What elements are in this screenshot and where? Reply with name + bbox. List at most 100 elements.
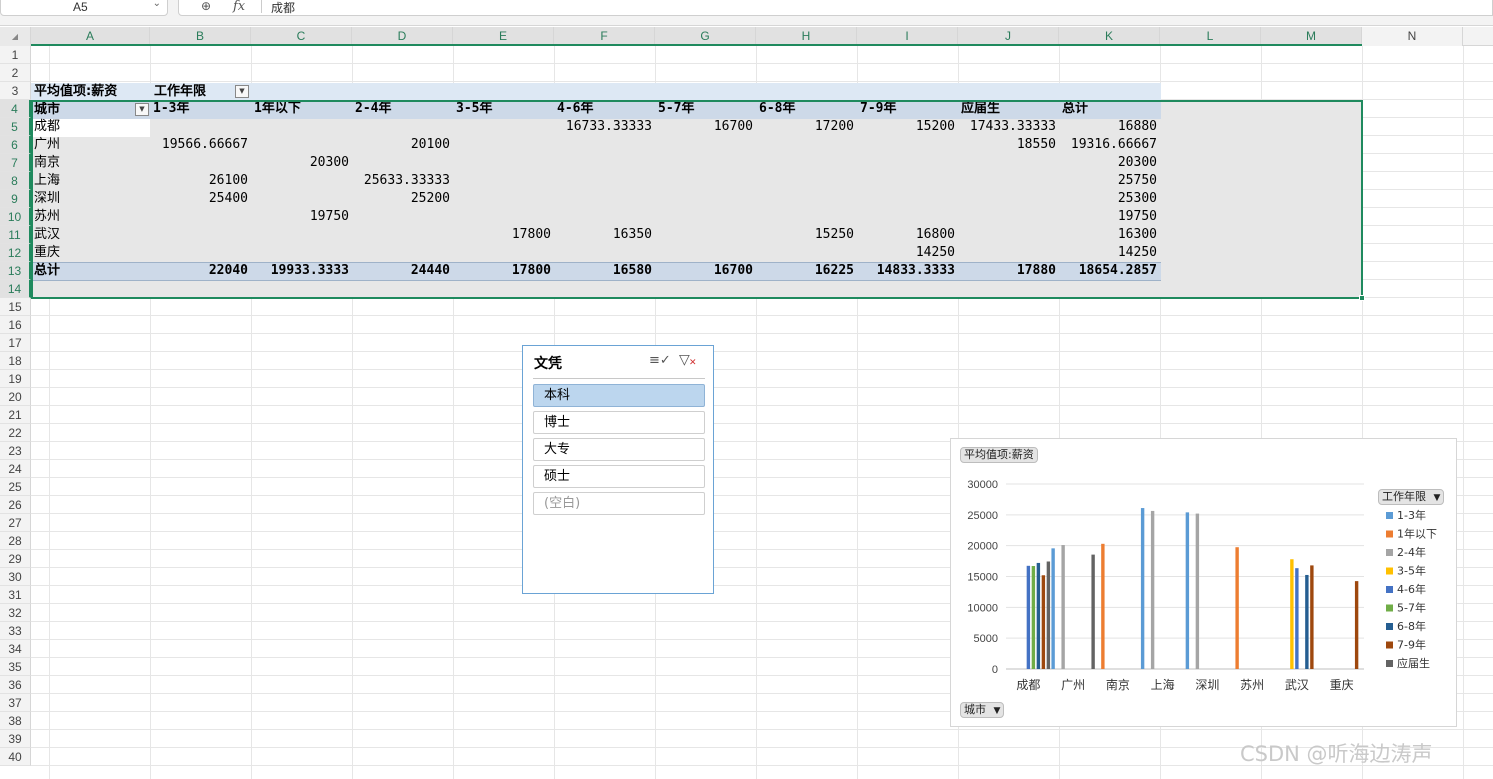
multi-select-icon[interactable]: ≡✓	[649, 353, 671, 368]
slicer-item[interactable]: (空白)	[533, 492, 705, 515]
y-tick-label: 0	[992, 664, 998, 676]
legend-swatch	[1386, 641, 1393, 649]
axis-field-button[interactable]: 城市 ▼	[960, 702, 1005, 718]
column-selection-indicator	[31, 44, 1362, 46]
slicer-item[interactable]: 博士	[533, 411, 705, 434]
row-header[interactable]: 1	[0, 46, 31, 64]
x-tick-label: 南京	[1106, 677, 1130, 692]
legend-label: 3-5年	[1397, 564, 1426, 578]
bar-2-4年	[1195, 513, 1200, 669]
bar-应届生	[1046, 561, 1051, 669]
column-header[interactable]: N	[1362, 27, 1463, 46]
row-header[interactable]: 13	[0, 262, 31, 280]
row-header[interactable]: 19	[0, 370, 31, 388]
row-header[interactable]: 2	[0, 64, 31, 82]
row-header[interactable]: 9	[0, 190, 31, 208]
formula-value: 成都	[271, 1, 296, 15]
row-header[interactable]: 32	[0, 604, 31, 622]
legend-field-label: 工作年限	[1382, 490, 1426, 503]
chevron-down-icon[interactable]: ⌄	[153, 0, 161, 9]
formula-input[interactable]: ⊕ fx 成都	[178, 0, 1493, 16]
legend-swatch	[1386, 549, 1393, 556]
row-header[interactable]: 28	[0, 532, 31, 550]
bar-1-3年	[1185, 512, 1190, 669]
row-header[interactable]: 40	[0, 748, 31, 766]
bar-4-6年	[1295, 568, 1299, 669]
row-header[interactable]: 5	[0, 118, 31, 136]
fx-icon[interactable]: fx	[233, 0, 245, 14]
x-tick-label: 深圳	[1195, 678, 1219, 692]
bar-1年以下	[1101, 543, 1105, 669]
row-header[interactable]: 7	[0, 154, 31, 172]
row-header[interactable]: 26	[0, 496, 31, 514]
row-header[interactable]: 12	[0, 244, 31, 262]
x-tick-label: 广州	[1061, 678, 1085, 692]
row-header[interactable]: 25	[0, 478, 31, 496]
row-header[interactable]: 8	[0, 172, 31, 190]
legend-label: 6-8年	[1397, 619, 1426, 633]
bar-2-4年	[1061, 545, 1065, 669]
legend-swatch	[1386, 623, 1393, 630]
row-header[interactable]: 36	[0, 676, 31, 694]
name-box[interactable]: A5 ⌄	[0, 0, 168, 16]
y-tick-label: 25000	[967, 510, 998, 522]
x-tick-label: 苏州	[1240, 678, 1264, 692]
column-filter-dropdown-icon[interactable]: ▼	[235, 85, 249, 98]
pivot-chart[interactable]: 0 5000 10000 15000 20000 25000 30000 成都 广州 南京 上海 深圳…	[950, 438, 1457, 727]
bar-6-8年	[1305, 574, 1309, 669]
row-header[interactable]: 15	[0, 298, 31, 316]
row-header[interactable]: 14	[0, 280, 31, 298]
zoom-icon[interactable]: ⊕	[201, 0, 211, 13]
legend-field-button[interactable]: 工作年限 ▼	[1378, 489, 1445, 505]
row-header[interactable]: 22	[0, 424, 31, 442]
row-header[interactable]: 29	[0, 550, 31, 568]
pivot-column-field: 工作年限	[154, 84, 207, 99]
bar-6-8年	[1036, 562, 1041, 669]
row-header[interactable]: 30	[0, 568, 31, 586]
legend-label: 5-7年	[1397, 601, 1426, 615]
bar-1-3年	[1051, 548, 1055, 669]
row-header[interactable]: 31	[0, 586, 31, 604]
x-tick-label: 重庆	[1330, 678, 1354, 692]
row-header[interactable]: 11	[0, 226, 31, 244]
row-header[interactable]: 20	[0, 388, 31, 406]
slicer-title: 文凭	[534, 356, 562, 372]
fill-handle[interactable]	[1359, 295, 1365, 301]
row-header[interactable]: 17	[0, 334, 31, 352]
slicer-item[interactable]: 大专	[533, 438, 705, 461]
row-header[interactable]: 24	[0, 460, 31, 478]
row-header[interactable]: 27	[0, 514, 31, 532]
row-header[interactable]: 6	[0, 136, 31, 154]
dropdown-icon: ▼	[1433, 493, 1441, 503]
divider	[261, 0, 262, 13]
row-header[interactable]: 38	[0, 712, 31, 730]
row-header[interactable]: 18	[0, 352, 31, 370]
row-header[interactable]: 37	[0, 694, 31, 712]
row-header[interactable]: 35	[0, 658, 31, 676]
y-tick-label: 30000	[967, 479, 998, 491]
slicer-item[interactable]: 本科	[533, 384, 705, 407]
pivot-value-label: 平均值项:薪资	[34, 84, 118, 99]
row-header[interactable]: 16	[0, 316, 31, 334]
row-header[interactable]: 33	[0, 622, 31, 640]
bar-1-3年	[1140, 508, 1145, 669]
select-all-corner[interactable]: ◢	[0, 27, 31, 46]
x-tick-label: 武汉	[1285, 678, 1309, 692]
row-header[interactable]: 10	[0, 208, 31, 226]
row-header[interactable]: 23	[0, 442, 31, 460]
row-header[interactable]: 4	[0, 100, 31, 118]
row-header[interactable]: 21	[0, 406, 31, 424]
clear-x-icon: ✕	[689, 358, 697, 368]
slicer-item[interactable]: 硕士	[533, 465, 705, 488]
bar-7-9年	[1041, 575, 1046, 669]
slicer-panel[interactable]: 文凭 ≡✓ ▽ ✕ 本科 博士 大专 硕士 (空白)	[522, 345, 714, 594]
bar-1年以下	[1235, 547, 1239, 669]
value-field-button[interactable]: 平均值项:薪资	[960, 447, 1038, 463]
legend-label: 1年以下	[1397, 527, 1437, 541]
divider	[533, 378, 705, 379]
row-header[interactable]: 3	[0, 82, 31, 100]
row-header[interactable]: 39	[0, 730, 31, 748]
legend-swatch	[1386, 567, 1393, 575]
row-header[interactable]: 34	[0, 640, 31, 658]
legend-swatch	[1386, 530, 1393, 538]
